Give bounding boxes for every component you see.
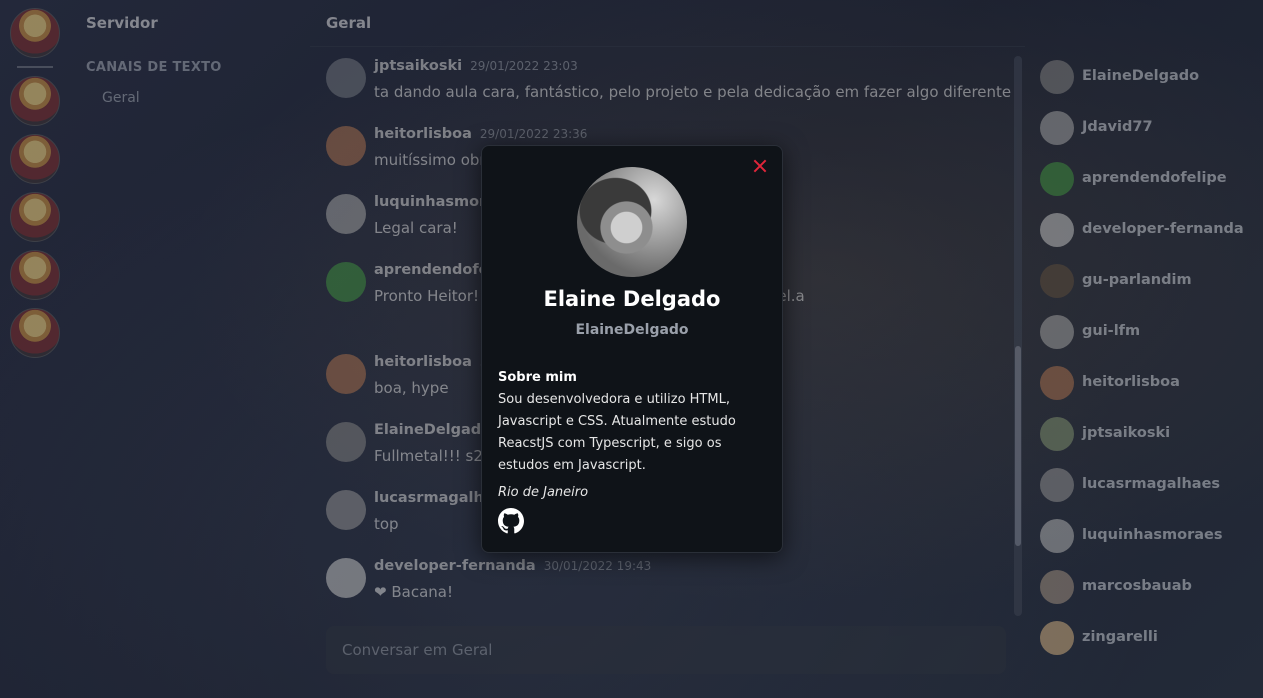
avatar <box>1040 213 1074 247</box>
profile-username: ElaineDelgado <box>575 322 689 338</box>
message-author[interactable]: heitorlisboa 29/01/2022 23:36 <box>374 126 587 142</box>
profile-modal: Elaine Delgado ElaineDelgado Sobre mim S… <box>481 145 783 553</box>
github-icon[interactable] <box>498 508 524 534</box>
avatar <box>1040 519 1074 553</box>
message-author[interactable]: lucasrmagalha <box>374 490 494 506</box>
channel-item-geral[interactable]: Geral <box>102 90 140 106</box>
message-author[interactable]: developer-fernanda 30/01/2022 19:43 <box>374 558 651 574</box>
member-name: marcosbauab <box>1082 578 1192 594</box>
avatar <box>1040 162 1074 196</box>
message-text: ❤ Bacana! <box>374 583 453 601</box>
avatar <box>1040 366 1074 400</box>
avatar[interactable] <box>326 558 366 598</box>
avatar[interactable] <box>326 126 366 166</box>
message-input[interactable] <box>326 626 1006 674</box>
member-name: lucasrmagalhaes <box>1082 476 1221 492</box>
message-author[interactable]: luquinhasmora <box>374 194 496 210</box>
member-name: heitorlisboa <box>1082 374 1180 390</box>
about-title: Sobre mim <box>498 370 577 385</box>
member-item[interactable]: zingarelli <box>1040 621 1260 655</box>
rail-divider <box>17 66 53 68</box>
message-author[interactable]: heitorlisboa30 <box>374 354 495 370</box>
member-name: luquinhasmoraes <box>1082 527 1223 543</box>
member-item[interactable]: gui-lfm <box>1040 315 1260 349</box>
channel-category: CANAIS DE TEXTO <box>86 60 222 75</box>
close-icon[interactable] <box>750 156 770 176</box>
member-item[interactable]: jptsaikoski <box>1040 417 1260 451</box>
message-author[interactable]: jptsaikoski 29/01/2022 23:03 <box>374 58 578 74</box>
member-name: aprendendofelipe <box>1082 170 1227 186</box>
avatar <box>1040 621 1074 655</box>
server-icon[interactable] <box>10 192 60 242</box>
avatar <box>1040 468 1074 502</box>
avatar[interactable] <box>326 422 366 462</box>
member-item[interactable]: marcosbauab <box>1040 570 1260 604</box>
message-time: 29/01/2022 23:03 <box>470 59 578 73</box>
member-name: gu-parlandim <box>1082 272 1192 288</box>
server-icon[interactable] <box>10 8 60 58</box>
profile-location: Rio de Janeiro <box>498 485 589 500</box>
member-item[interactable]: heitorlisboa <box>1040 366 1260 400</box>
server-icon[interactable] <box>10 76 60 126</box>
channel-sidebar: Servidor CANAIS DE TEXTO Geral <box>70 0 310 698</box>
member-name: zingarelli <box>1082 629 1158 645</box>
member-item[interactable]: luquinhasmoraes <box>1040 519 1260 553</box>
profile-avatar <box>577 167 687 277</box>
server-name: Servidor <box>86 14 158 32</box>
profile-full-name: Elaine Delgado <box>543 287 721 311</box>
message-time: 29/01/2022 23:36 <box>479 127 588 141</box>
message-author[interactable]: ElaineDelgado <box>374 422 491 438</box>
avatar[interactable] <box>326 58 366 98</box>
message-text: ta dando aula cara, fantástico, pelo pro… <box>374 83 1012 101</box>
member-item[interactable]: Jdavid77 <box>1040 111 1260 145</box>
member-name: ElaineDelgado <box>1082 68 1200 84</box>
member-item[interactable]: aprendendofelipe <box>1040 162 1260 196</box>
avatar <box>1040 417 1074 451</box>
member-item[interactable]: ElaineDelgado <box>1040 60 1260 94</box>
server-icon[interactable] <box>10 134 60 184</box>
avatar <box>1040 111 1074 145</box>
message-time: 30/01/2022 19:43 <box>543 559 652 573</box>
about-text: Sou desenvolvedora e utilizo HTML, Javas… <box>498 392 736 473</box>
server-rail <box>0 0 70 698</box>
avatar <box>1040 264 1074 298</box>
avatar[interactable] <box>326 354 366 394</box>
avatar <box>1040 315 1074 349</box>
header-divider <box>310 46 1025 47</box>
member-item[interactable]: developer-fernanda <box>1040 213 1260 247</box>
member-item[interactable]: lucasrmagalhaes <box>1040 468 1260 502</box>
member-name: developer-fernanda <box>1082 221 1244 237</box>
avatar[interactable] <box>326 194 366 234</box>
member-list: ElaineDelgado Jdavid77 aprendendofelipe … <box>1030 0 1263 698</box>
avatar[interactable] <box>326 490 366 530</box>
member-name: gui-lfm <box>1082 323 1141 339</box>
server-icon[interactable] <box>10 308 60 358</box>
message-input-box <box>326 626 1006 674</box>
chat-scrollbar-thumb[interactable] <box>1015 346 1021 546</box>
message-author[interactable]: aprendendofel <box>374 262 493 278</box>
member-name: jptsaikoski <box>1082 425 1171 441</box>
member-item[interactable]: gu-parlandim <box>1040 264 1260 298</box>
server-icon[interactable] <box>10 250 60 300</box>
avatar <box>1040 570 1074 604</box>
member-name: Jdavid77 <box>1082 119 1153 135</box>
avatar <box>1040 60 1074 94</box>
avatar[interactable] <box>326 262 366 302</box>
channel-title: Geral <box>326 14 372 32</box>
